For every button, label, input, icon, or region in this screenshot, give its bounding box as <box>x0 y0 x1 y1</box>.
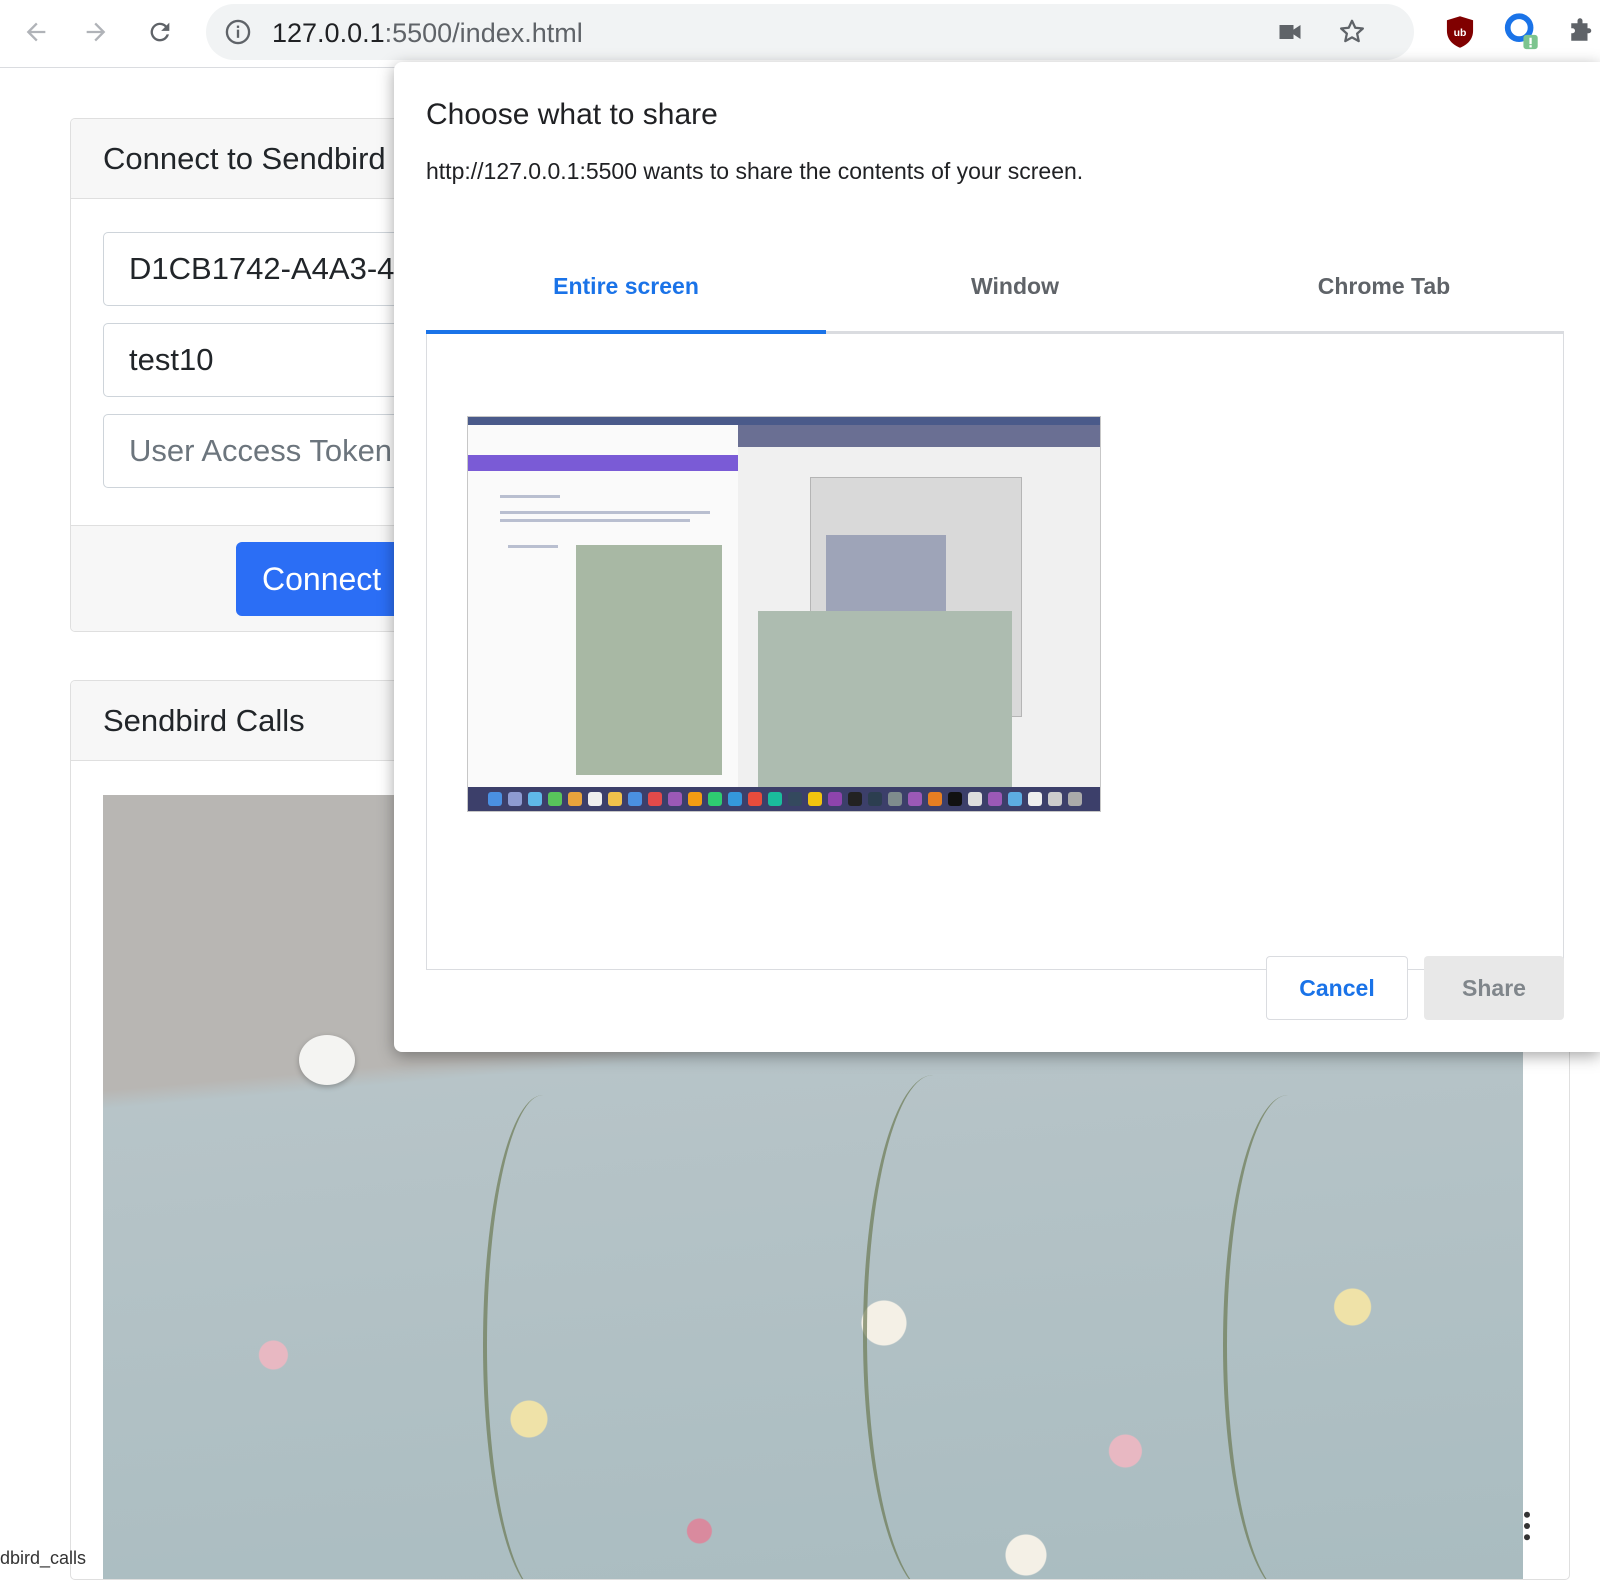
dialog-subtitle: http://127.0.0.1:5500 wants to share the… <box>426 158 1084 184</box>
forward-arrow-icon <box>86 22 106 42</box>
ublock-icon: ub <box>1446 16 1474 48</box>
url-host: 127.0.0.1 <box>272 18 385 48</box>
cancel-button[interactable]: Cancel <box>1266 956 1408 1020</box>
more-vertical-icon <box>1524 1511 1530 1541</box>
url-path: :5500/index.html <box>384 18 583 48</box>
info-icon[interactable] <box>224 18 252 46</box>
back-button[interactable] <box>16 12 56 52</box>
camera-indicator[interactable] <box>1274 16 1306 48</box>
url-text[interactable]: 127.0.0.1:5500/index.html <box>272 18 583 49</box>
address-bar[interactable]: 127.0.0.1:5500/index.html <box>206 4 1414 60</box>
ceiling-light <box>299 1035 355 1085</box>
svg-text:ub: ub <box>1454 28 1467 39</box>
forward-button[interactable] <box>76 12 116 52</box>
share-button[interactable]: Share <box>1424 956 1564 1020</box>
video-options-button[interactable] <box>1512 1504 1542 1548</box>
back-arrow-icon <box>26 22 46 42</box>
star-icon <box>1340 19 1364 43</box>
wallpaper-vine <box>1223 1095 1353 1579</box>
tab-window[interactable]: Window <box>826 202 1204 331</box>
wallpaper-vine <box>483 1095 603 1579</box>
ublock-extension[interactable]: ub <box>1440 12 1480 52</box>
tab-label: Entire screen <box>553 272 699 299</box>
share-tabs: Entire screen Window Chrome Tab <box>426 202 1564 334</box>
bookmark-button[interactable] <box>1336 16 1368 48</box>
reload-button[interactable] <box>140 12 180 52</box>
extensions-menu-button[interactable] <box>1560 12 1600 52</box>
dialog-title: Choose what to share <box>426 98 718 131</box>
tab-label: Window <box>971 273 1059 299</box>
extension-button[interactable] <box>1502 12 1542 52</box>
tab-label: Chrome Tab <box>1317 273 1451 299</box>
reload-icon <box>150 22 170 42</box>
tab-chrome-tab[interactable]: Chrome Tab <box>1204 202 1564 331</box>
extension-icon <box>1504 13 1538 50</box>
puzzle-icon <box>1571 18 1592 41</box>
camera-icon <box>1279 25 1301 39</box>
share-preview-pane <box>426 334 1564 970</box>
wallpaper-vine <box>863 1075 1003 1579</box>
share-screen-dialog: Choose what to share http://127.0.0.1:55… <box>394 62 1600 1052</box>
browser-toolbar: 127.0.0.1:5500/index.html ub <box>0 0 1600 68</box>
entire-screen-thumbnail[interactable] <box>467 416 1101 812</box>
tab-entire-screen[interactable]: Entire screen <box>426 202 826 334</box>
